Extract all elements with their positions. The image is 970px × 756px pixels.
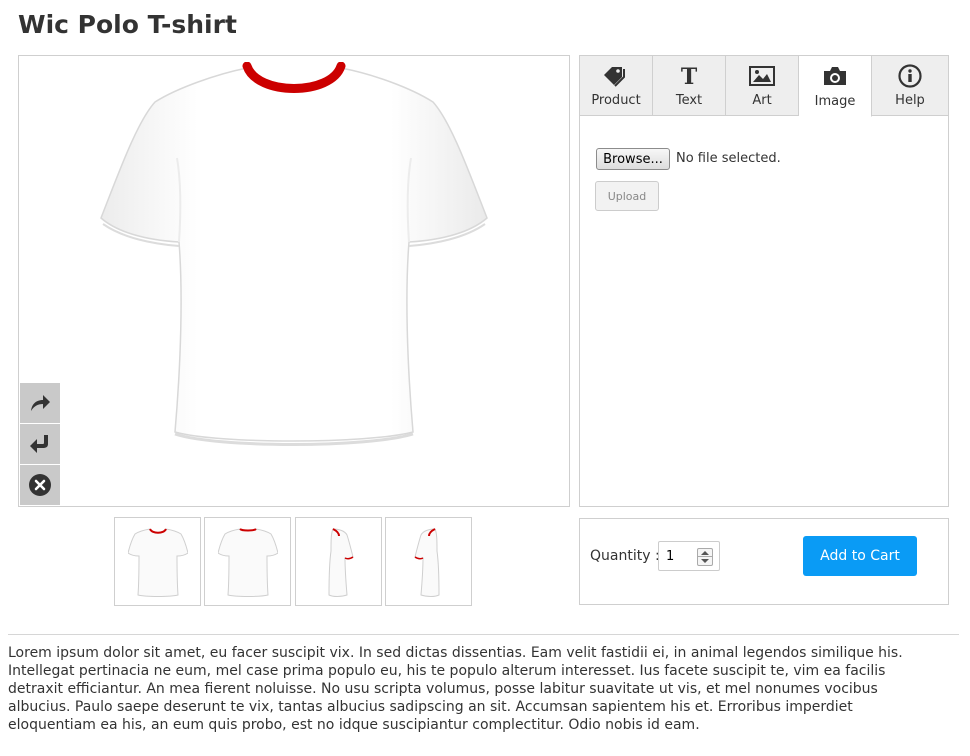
info-circle-icon xyxy=(898,64,922,88)
tag-icon xyxy=(604,67,625,87)
quantity-stepper[interactable]: 1 xyxy=(658,541,720,571)
tab-product[interactable]: Product xyxy=(580,56,653,116)
tab-image[interactable]: Image xyxy=(799,56,872,117)
cart-box: Quantity : 1 Add to Cart xyxy=(579,518,949,605)
tab-text[interactable]: T Text xyxy=(653,56,726,116)
thumbnail-left-side[interactable] xyxy=(295,517,382,606)
camera-icon xyxy=(824,67,846,85)
svg-text:T: T xyxy=(681,65,698,87)
product-description: Lorem ipsum dolor sit amet, eu facer sus… xyxy=(8,645,903,733)
divider xyxy=(8,634,959,635)
tab-label-image: Image xyxy=(814,94,856,109)
add-to-cart-button[interactable]: Add to Cart xyxy=(803,536,917,576)
tool-panel: Product T Text Art Image Help Browse... … xyxy=(579,55,949,507)
tab-label-help: Help xyxy=(895,93,925,108)
quantity-value: 1 xyxy=(666,549,675,564)
tshirt-front-image xyxy=(100,62,488,446)
tshirt-right-side-thumbnail xyxy=(413,527,440,597)
product-title: Wic Polo T-shirt xyxy=(18,10,237,39)
tab-label-art: Art xyxy=(752,93,772,108)
file-status-text: No file selected. xyxy=(676,151,781,166)
undo-arrow-icon xyxy=(30,435,48,453)
tshirt-left-side-thumbnail xyxy=(327,527,354,597)
thumbnail-right-side[interactable] xyxy=(385,517,472,606)
tool-tabs: Product T Text Art Image Help xyxy=(580,56,948,117)
redo-arrow-icon xyxy=(31,395,50,411)
spinner-arrows-icon[interactable] xyxy=(697,548,713,566)
tshirt-front-thumbnail xyxy=(127,527,188,597)
design-canvas[interactable] xyxy=(18,55,570,507)
quantity-label: Quantity : xyxy=(590,548,660,564)
browse-button[interactable]: Browse... xyxy=(596,148,670,170)
undo-button[interactable] xyxy=(20,424,60,464)
clear-button[interactable] xyxy=(20,465,60,505)
thumbnail-front[interactable] xyxy=(114,517,201,606)
tab-art[interactable]: Art xyxy=(726,56,799,116)
text-t-icon: T xyxy=(681,65,698,87)
upload-button[interactable]: Upload xyxy=(595,181,659,211)
thumbnail-back[interactable] xyxy=(204,517,291,606)
tab-label-product: Product xyxy=(591,93,641,108)
close-circle-icon xyxy=(29,474,51,496)
picture-icon xyxy=(749,66,775,86)
tab-label-text: Text xyxy=(675,93,703,108)
tshirt-back-thumbnail xyxy=(217,527,278,597)
redo-button[interactable] xyxy=(20,383,60,423)
tab-help[interactable]: Help xyxy=(872,56,948,116)
